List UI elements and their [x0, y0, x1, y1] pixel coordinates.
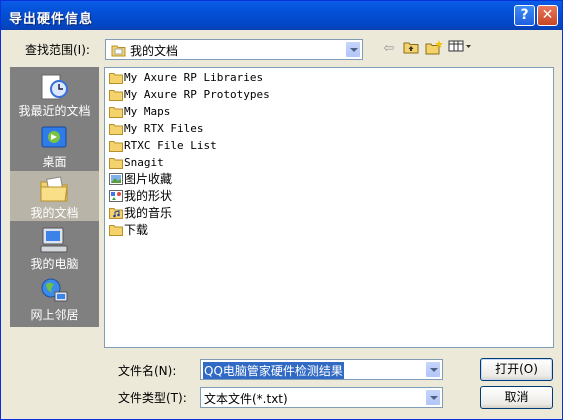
- music-folder-icon: [109, 208, 123, 219]
- look-in-dropdown[interactable]: 我的文档: [105, 39, 363, 60]
- places-item-my-documents[interactable]: 我的文档: [10, 171, 99, 221]
- folder-icon: [109, 124, 123, 135]
- file-name: My Axure RP Libraries: [124, 71, 264, 84]
- chevron-down-icon[interactable]: [425, 361, 441, 378]
- file-name-label: 文件名(N):: [118, 364, 177, 378]
- my-documents-icon: [111, 45, 126, 57]
- chevron-down-icon[interactable]: [425, 389, 441, 406]
- cancel-button[interactable]: 取消: [480, 386, 553, 409]
- file-name: My Maps: [124, 105, 171, 118]
- help-button[interactable]: ?: [514, 5, 535, 26]
- places-item-label: 网上邻居: [30, 308, 79, 322]
- chevron-down-icon[interactable]: [345, 41, 361, 58]
- my-documents-icon: [40, 176, 68, 202]
- file-name: Snagit: [124, 156, 164, 169]
- folder-icon: [109, 225, 123, 236]
- look-in-label: 查找范围(I):: [25, 43, 90, 57]
- file-name: My RTX Files: [124, 122, 204, 135]
- file-type-dropdown[interactable]: 文本文件(*.txt): [200, 387, 443, 408]
- look-in-value: 我的文档: [130, 44, 179, 58]
- places-item-label: 桌面: [42, 155, 67, 169]
- places-item-label: 我的电脑: [30, 257, 79, 271]
- file-name: 下载: [124, 223, 149, 237]
- pictures-folder-icon: [109, 173, 123, 185]
- file-name: RTXC File List: [124, 139, 217, 152]
- places-item-label: 我最近的文档: [18, 104, 91, 118]
- places-item-network[interactable]: 网上邻居: [10, 273, 99, 323]
- new-folder-icon[interactable]: [424, 40, 444, 58]
- network-places-icon: [41, 278, 68, 302]
- folder-icon: [109, 73, 123, 84]
- places-bar: 我最近的文档 桌面 我的文档 我的电脑 网上邻居: [10, 67, 99, 327]
- folder-icon: [109, 141, 123, 152]
- title-bar[interactable]: 导出硬件信息 ? ✕: [1, 1, 562, 30]
- file-name: 图片收藏: [124, 172, 173, 186]
- places-item-my-computer[interactable]: 我的电脑: [10, 222, 99, 272]
- desktop-icon: [41, 126, 67, 148]
- my-computer-icon: [40, 227, 68, 253]
- places-item-label: 我的文档: [30, 206, 79, 220]
- open-button[interactable]: 打开(O): [480, 358, 553, 381]
- back-icon[interactable]: ⇦: [379, 40, 399, 58]
- folder-icon: [109, 107, 123, 118]
- file-name-field[interactable]: QQ电脑管家硬件检测结果: [200, 359, 443, 380]
- file-name-value: QQ电脑管家硬件检测结果: [203, 362, 344, 379]
- save-dialog: 导出硬件信息 ? ✕ 查找范围(I): 我的文档 ⇦ 我最近的文档 桌面 我的文…: [0, 0, 563, 420]
- recent-documents-icon: [41, 74, 68, 100]
- places-item-desktop[interactable]: 桌面: [10, 120, 99, 170]
- up-folder-icon[interactable]: [401, 40, 421, 58]
- window-title: 导出硬件信息: [9, 12, 94, 27]
- file-type-label: 文件类型(T):: [118, 391, 187, 405]
- file-list[interactable]: My Axure RP Libraries My Axure RP Protot…: [104, 67, 554, 348]
- places-item-recent[interactable]: 我最近的文档: [10, 69, 99, 119]
- file-name: My Axure RP Prototypes: [124, 88, 270, 101]
- close-button[interactable]: ✕: [537, 5, 558, 26]
- folder-icon: [109, 90, 123, 101]
- shapes-folder-icon: [109, 190, 123, 202]
- file-name: 我的形状: [124, 189, 173, 203]
- view-menu-icon[interactable]: [447, 40, 473, 58]
- file-name: 我的音乐: [124, 206, 173, 220]
- file-type-value: 文本文件(*.txt): [204, 392, 288, 406]
- folder-icon: [109, 158, 123, 169]
